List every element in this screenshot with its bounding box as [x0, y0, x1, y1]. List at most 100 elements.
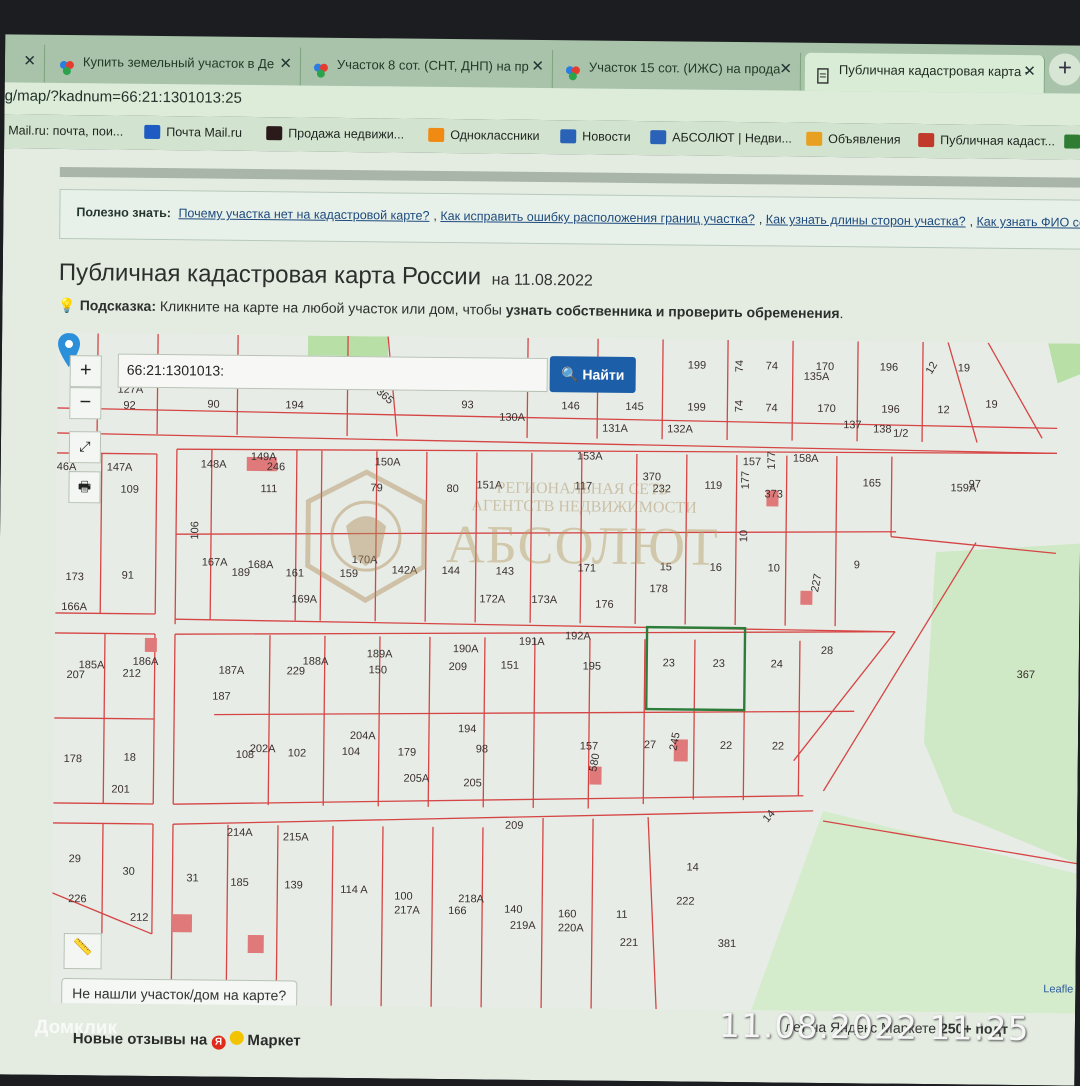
parcel-label: 189A — [367, 648, 393, 660]
parcel-label: 192A — [565, 630, 591, 642]
title-date: на 11.08.2022 — [492, 271, 593, 289]
not-found-label: Не нашли участок/дом на карте? — [72, 985, 286, 1003]
parcel-label: 199 — [687, 402, 705, 414]
parcel-label: 158A — [793, 453, 819, 465]
parcel-label: 140 — [504, 904, 522, 916]
parcel-label: 147A — [107, 461, 133, 473]
zoom-in-button[interactable]: + — [70, 355, 102, 387]
parcel-label: 90 — [207, 399, 219, 411]
parcel-label: 135A — [804, 371, 830, 383]
ruler-button[interactable]: 📏 — [63, 933, 101, 969]
bookmark-cadastre[interactable]: Публичная кадаст... — [918, 133, 1055, 148]
page-title: Публичная кадастровая карта России на 11… — [59, 259, 593, 293]
parcel-label: 212 — [130, 912, 148, 924]
info-box: Полезно знать: Почему участка нет на кад… — [59, 189, 1080, 250]
tab-label: Купить земельный участок в Де — [83, 54, 274, 71]
parcel-label: 245 — [667, 731, 682, 751]
info-title: Полезно знать: — [76, 205, 171, 220]
parcel-label: 226 — [68, 893, 86, 905]
parcel-label: 97 — [969, 478, 981, 490]
tab-4-active[interactable]: Публичная кадастровая карта - ✕ — [805, 53, 1045, 94]
bookmark-mailru[interactable]: Mail.ru: почта, пои... — [8, 123, 123, 138]
watermark-line1: РЕГИОНАЛЬНАЯ СЕТЬ — [496, 480, 668, 500]
parcel-label: 186A — [133, 656, 159, 668]
parcel-label: 196 — [880, 362, 898, 374]
page-content: Полезно знать: Почему участка нет на кад… — [0, 148, 1080, 1085]
house-icon — [806, 132, 822, 146]
parcel-label: 205 — [463, 777, 481, 789]
parcel-label: 132A — [667, 423, 693, 435]
bookmark-label: Новости — [582, 129, 631, 144]
bookmark-cut[interactable] — [1064, 134, 1080, 148]
parcel-label: 23 — [663, 657, 675, 669]
parcel-label: 11 — [616, 909, 628, 921]
parcel-label: 209 — [449, 661, 467, 673]
reviews-brand[interactable]: Маркет — [247, 1032, 300, 1050]
parcel-label: 165 — [863, 477, 881, 489]
info-link-1[interactable]: Почему участка нет на кадастровой карте? — [178, 206, 429, 223]
close-icon[interactable]: ✕ — [1023, 55, 1036, 89]
print-button[interactable]: 🖶 — [68, 471, 100, 503]
bookmark-label: Почта Mail.ru — [166, 125, 242, 140]
bookmark-news[interactable]: Новости — [560, 129, 631, 144]
parcel-label: 146 — [561, 400, 579, 412]
bookmark-prodazha[interactable]: Продажа недвижи... — [266, 126, 404, 141]
parcel-label: 104 — [342, 746, 360, 758]
close-icon[interactable]: ✕ — [23, 45, 36, 79]
cadastral-map[interactable]: 127A 92 90 194 365 93 130A 146 145 199 1… — [51, 333, 1080, 1014]
bookmark-label: АБСОЛЮТ | Недви... — [672, 130, 792, 145]
info-link-3[interactable]: Как узнать длины сторон участка? — [766, 212, 966, 228]
address-text: g/map/?kadnum=66:21:1301013:25 — [5, 87, 242, 106]
parcel-label: 207 — [66, 669, 84, 681]
sheet-icon — [1064, 134, 1080, 148]
not-found-button[interactable]: Не нашли участок/дом на карте? — [61, 978, 297, 1010]
parcel-label: 150 — [369, 664, 387, 676]
document-icon — [815, 63, 831, 79]
parcel-label: 185 — [230, 877, 248, 889]
parcel-label: 91 — [122, 570, 134, 582]
parcel-label: 100 — [394, 890, 412, 902]
parcel-label: 22 — [772, 740, 784, 752]
close-icon[interactable]: ✕ — [279, 47, 292, 81]
parcel-label: 131A — [602, 423, 628, 435]
map-icon — [918, 133, 934, 147]
tab-cut-left[interactable]: ✕ — [0, 44, 45, 83]
parcel-label: 111 — [260, 483, 277, 495]
parcel-label: 98 — [476, 743, 488, 755]
info-link-2[interactable]: Как исправить ошибку расположения границ… — [440, 209, 755, 226]
close-icon[interactable]: ✕ — [531, 50, 544, 84]
watermark-brand: АБСОЛЮТ — [446, 513, 719, 578]
bookmark-absolut[interactable]: АБСОЛЮТ | Недви... — [650, 130, 792, 145]
domclick-watermark: Домклик — [35, 1017, 117, 1040]
bookmark-label: Одноклассники — [450, 128, 539, 143]
close-icon[interactable]: ✕ — [779, 52, 792, 86]
find-button[interactable]: 🔍 Найти — [550, 356, 636, 393]
leaflet-attribution[interactable]: Leafle — [1043, 983, 1073, 995]
bookmark-ok[interactable]: Одноклассники — [428, 128, 539, 143]
cadastral-search-input[interactable]: 66:21:1301013: — [118, 354, 548, 393]
parcel-label: 202A — [250, 743, 276, 755]
tab-2[interactable]: Участок 8 сот. (СНТ, ДНП) на пр ✕ — [303, 47, 553, 88]
parcel-label: 212 — [123, 668, 141, 680]
fullscreen-button[interactable]: ⤢ — [69, 431, 101, 463]
parcel-label: 167A — [202, 556, 228, 568]
parcel-label: 187 — [212, 691, 230, 703]
favicon-icon — [59, 55, 75, 71]
parcel-label: 106 — [189, 521, 201, 539]
parcel-label: 145 — [625, 401, 643, 413]
parcel-label: 367 — [1017, 669, 1035, 681]
title-text: Публичная кадастровая карта России — [59, 259, 482, 290]
parcel-label: 199 — [688, 360, 706, 372]
parcel-label: 191A — [519, 636, 545, 648]
bookmark-mail[interactable]: Почта Mail.ru — [144, 125, 242, 140]
parcel-label: 12 — [924, 360, 941, 377]
bookmark-ads[interactable]: Объявления — [806, 132, 900, 147]
info-link-4[interactable]: Как узнать ФИО собс — [976, 215, 1080, 230]
ok-icon — [428, 128, 444, 142]
tab-label: Участок 15 сот. (ИЖС) на прода — [589, 59, 781, 76]
tab-1[interactable]: Купить земельный участок в Де ✕ — [49, 45, 301, 86]
zoom-out-button[interactable]: − — [69, 387, 101, 419]
parcel-label: 92 — [123, 400, 135, 412]
new-tab-button[interactable]: + — [1049, 53, 1080, 85]
tab-3[interactable]: Участок 15 сот. (ИЖС) на прода ✕ — [555, 50, 801, 91]
